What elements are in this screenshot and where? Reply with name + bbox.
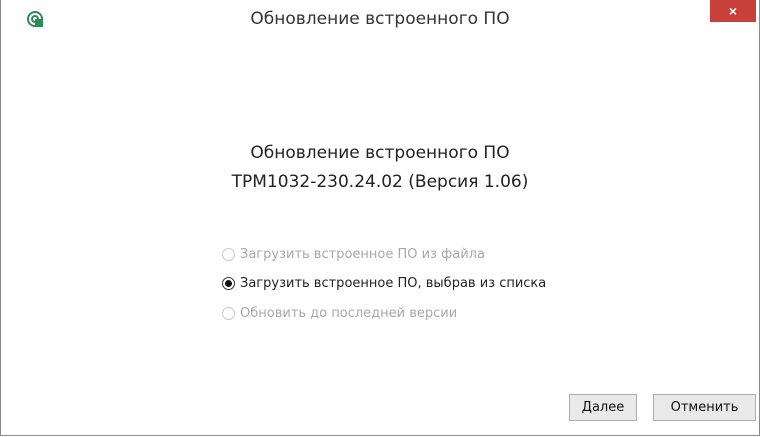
- radio-button-icon: [222, 247, 235, 261]
- radio-label: Обновить до последней версии: [240, 305, 458, 321]
- window-title: Обновление встроенного ПО: [250, 9, 510, 29]
- radio-load-from-list[interactable]: Загрузить встроенное ПО, выбрав из списк…: [222, 272, 546, 294]
- next-button[interactable]: Далее: [569, 394, 637, 421]
- radio-update-latest[interactable]: Обновить до последней версии: [222, 302, 457, 324]
- cancel-button[interactable]: Отменить: [653, 394, 756, 421]
- close-icon: ×: [728, 3, 738, 19]
- radio-button-icon: [222, 306, 235, 320]
- radio-load-from-file[interactable]: Загрузить встроенное ПО из файла: [222, 243, 485, 265]
- title-bar[interactable]: Обновление встроенного ПО ×: [1, 0, 759, 38]
- radio-label: Загрузить встроенное ПО, выбрав из списк…: [240, 275, 547, 291]
- close-button[interactable]: ×: [710, 0, 756, 22]
- radio-button-selected-icon: [222, 276, 235, 290]
- radio-label: Загрузить встроенное ПО из файла: [240, 246, 485, 262]
- firmware-update-dialog: Обновление встроенного ПО × Обновление в…: [0, 0, 760, 436]
- radio-dot-icon: [225, 279, 232, 287]
- dialog-heading: Обновление встроенного ПО: [250, 143, 510, 163]
- device-version-label: ТРМ1032-230.24.02 (Версия 1.06): [231, 172, 529, 192]
